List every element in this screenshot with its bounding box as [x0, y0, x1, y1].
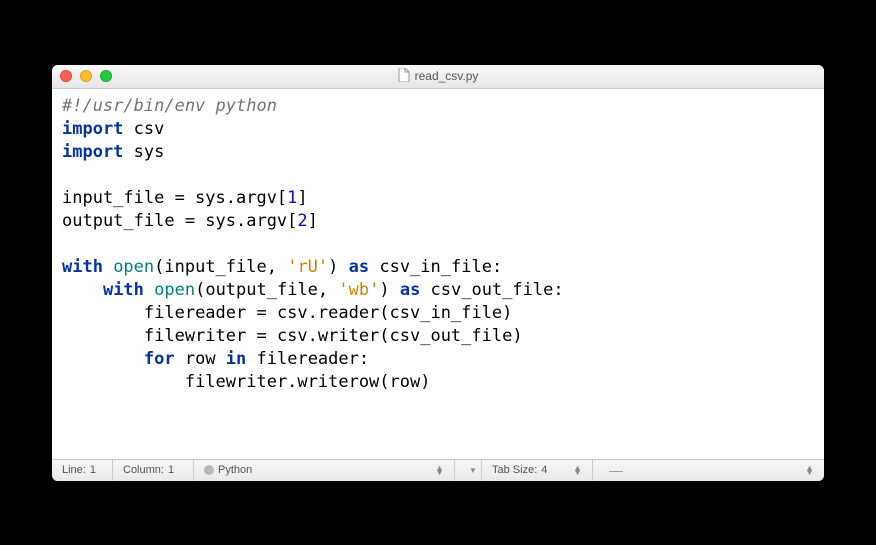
- code-text: sys: [123, 142, 164, 162]
- code-text: filewriter = csv.writer(csv_out_file): [144, 326, 523, 346]
- code-text: csv: [123, 119, 164, 139]
- code-text: output_file = sys.argv[: [62, 211, 297, 231]
- statusbar: Line: 1 Column: 1 Python ▲▼ ▼ Tab Size: …: [52, 459, 824, 481]
- number: 2: [297, 211, 307, 231]
- code-text: ]: [308, 211, 318, 231]
- column-value: 1: [168, 464, 174, 476]
- builtin: open: [144, 280, 195, 300]
- indent: [62, 280, 103, 300]
- code-text: (input_file,: [154, 257, 287, 277]
- keyword: with: [62, 257, 103, 277]
- keyword: for: [144, 349, 175, 369]
- file-icon: [398, 68, 410, 85]
- statusbar-extra[interactable]: — ▲▼: [593, 460, 824, 481]
- indent: [62, 372, 185, 392]
- keyword: as: [349, 257, 369, 277]
- code-text: ): [379, 280, 399, 300]
- string: 'wb': [338, 280, 379, 300]
- code-text: csv_in_file:: [369, 257, 502, 277]
- column-label: Column:: [123, 464, 164, 476]
- keyword: in: [226, 349, 246, 369]
- syntax-icon: [204, 465, 214, 475]
- keyword: import: [62, 142, 123, 162]
- updown-icon: ▲▼: [805, 466, 814, 474]
- syntax-label: Python: [218, 464, 252, 476]
- code-text: (output_file,: [195, 280, 338, 300]
- shebang-comment: #!/usr/bin/env python: [62, 96, 277, 116]
- string: 'rU': [287, 257, 328, 277]
- minimize-icon[interactable]: [80, 70, 92, 82]
- indent: [62, 303, 144, 323]
- syntax-selector[interactable]: Python ▲▼: [194, 460, 454, 481]
- line-indicator[interactable]: Line: 1: [52, 460, 112, 481]
- code-text: input_file = sys.argv[: [62, 188, 287, 208]
- indent: [62, 349, 144, 369]
- column-indicator[interactable]: Column: 1: [113, 460, 193, 481]
- code-text: ]: [297, 188, 307, 208]
- filename-label: read_csv.py: [415, 69, 479, 83]
- code-text: filereader:: [246, 349, 369, 369]
- window-title: read_csv.py: [398, 68, 479, 85]
- tabsize-label: Tab Size:: [492, 464, 537, 476]
- tabsize-selector[interactable]: Tab Size: 4 ▲▼: [482, 460, 592, 481]
- line-label: Line:: [62, 464, 86, 476]
- builtin: open: [103, 257, 154, 277]
- titlebar[interactable]: read_csv.py: [52, 65, 824, 89]
- code-text: filewriter.writerow(row): [185, 372, 431, 392]
- keyword: import: [62, 119, 123, 139]
- line-value: 1: [90, 464, 96, 476]
- zoom-icon[interactable]: [100, 70, 112, 82]
- keyword: as: [400, 280, 420, 300]
- code-text: csv_out_file:: [420, 280, 563, 300]
- code-text: filereader = csv.reader(csv_in_file): [144, 303, 512, 323]
- settings-button[interactable]: ▼: [455, 460, 481, 481]
- indent: [62, 326, 144, 346]
- number: 1: [287, 188, 297, 208]
- close-icon[interactable]: [60, 70, 72, 82]
- tabsize-value: 4: [541, 464, 547, 476]
- updown-icon: ▲▼: [573, 466, 582, 474]
- traffic-lights: [60, 70, 112, 82]
- keyword: with: [103, 280, 144, 300]
- updown-icon: ▲▼: [435, 466, 444, 474]
- code-text: row: [175, 349, 226, 369]
- code-editor[interactable]: #!/usr/bin/env python import csv import …: [52, 89, 824, 459]
- editor-window: read_csv.py #!/usr/bin/env python import…: [52, 65, 824, 481]
- dash-icon: —: [609, 462, 623, 478]
- code-text: ): [328, 257, 348, 277]
